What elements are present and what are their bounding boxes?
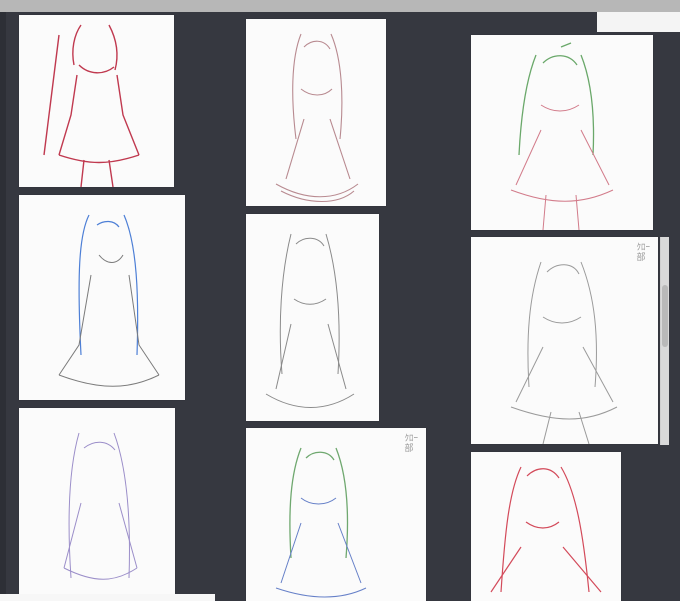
thumbnail-sketch-9[interactable]: [471, 452, 621, 601]
sketch-6-drawing: [510, 261, 618, 444]
thumbnail-annotation: ｸﾛｰ 部: [404, 433, 418, 453]
scrollbar-thumb[interactable]: [662, 285, 668, 347]
sketch-4-drawing: [58, 214, 160, 387]
thumbnail-sketch-7[interactable]: [19, 408, 175, 601]
thumbnail-sketch-4[interactable]: [19, 195, 185, 400]
sketch-5-drawing: [265, 233, 355, 408]
thumbnail-sketch-5[interactable]: [246, 214, 379, 421]
sketch-3-drawing: [510, 42, 614, 230]
thumbnail-sketch-2[interactable]: [246, 19, 386, 206]
left-gutter: [0, 12, 6, 601]
sketch-8-drawing: [275, 447, 367, 598]
sketch-2-drawing: [275, 33, 359, 203]
thumbnail-sketch-3[interactable]: [471, 35, 653, 230]
sketch-7-drawing: [63, 432, 138, 580]
top-toolbar: [0, 0, 680, 12]
thumbnail-sketch-8[interactable]: ｸﾛｰ 部: [246, 428, 426, 601]
vertical-scrollbar[interactable]: [660, 237, 669, 445]
panel-corner: [597, 12, 680, 32]
sketch-9-drawing: [490, 466, 602, 593]
thumbnail-annotation: ｸﾛｰ 部: [636, 242, 650, 262]
thumbnail-sketch-6[interactable]: ｸﾛｰ 部: [471, 237, 658, 444]
thumbnail-sketch-1[interactable]: [19, 15, 174, 187]
sketch-1-drawing: [43, 24, 140, 187]
bottom-panel-edge: [0, 594, 215, 601]
